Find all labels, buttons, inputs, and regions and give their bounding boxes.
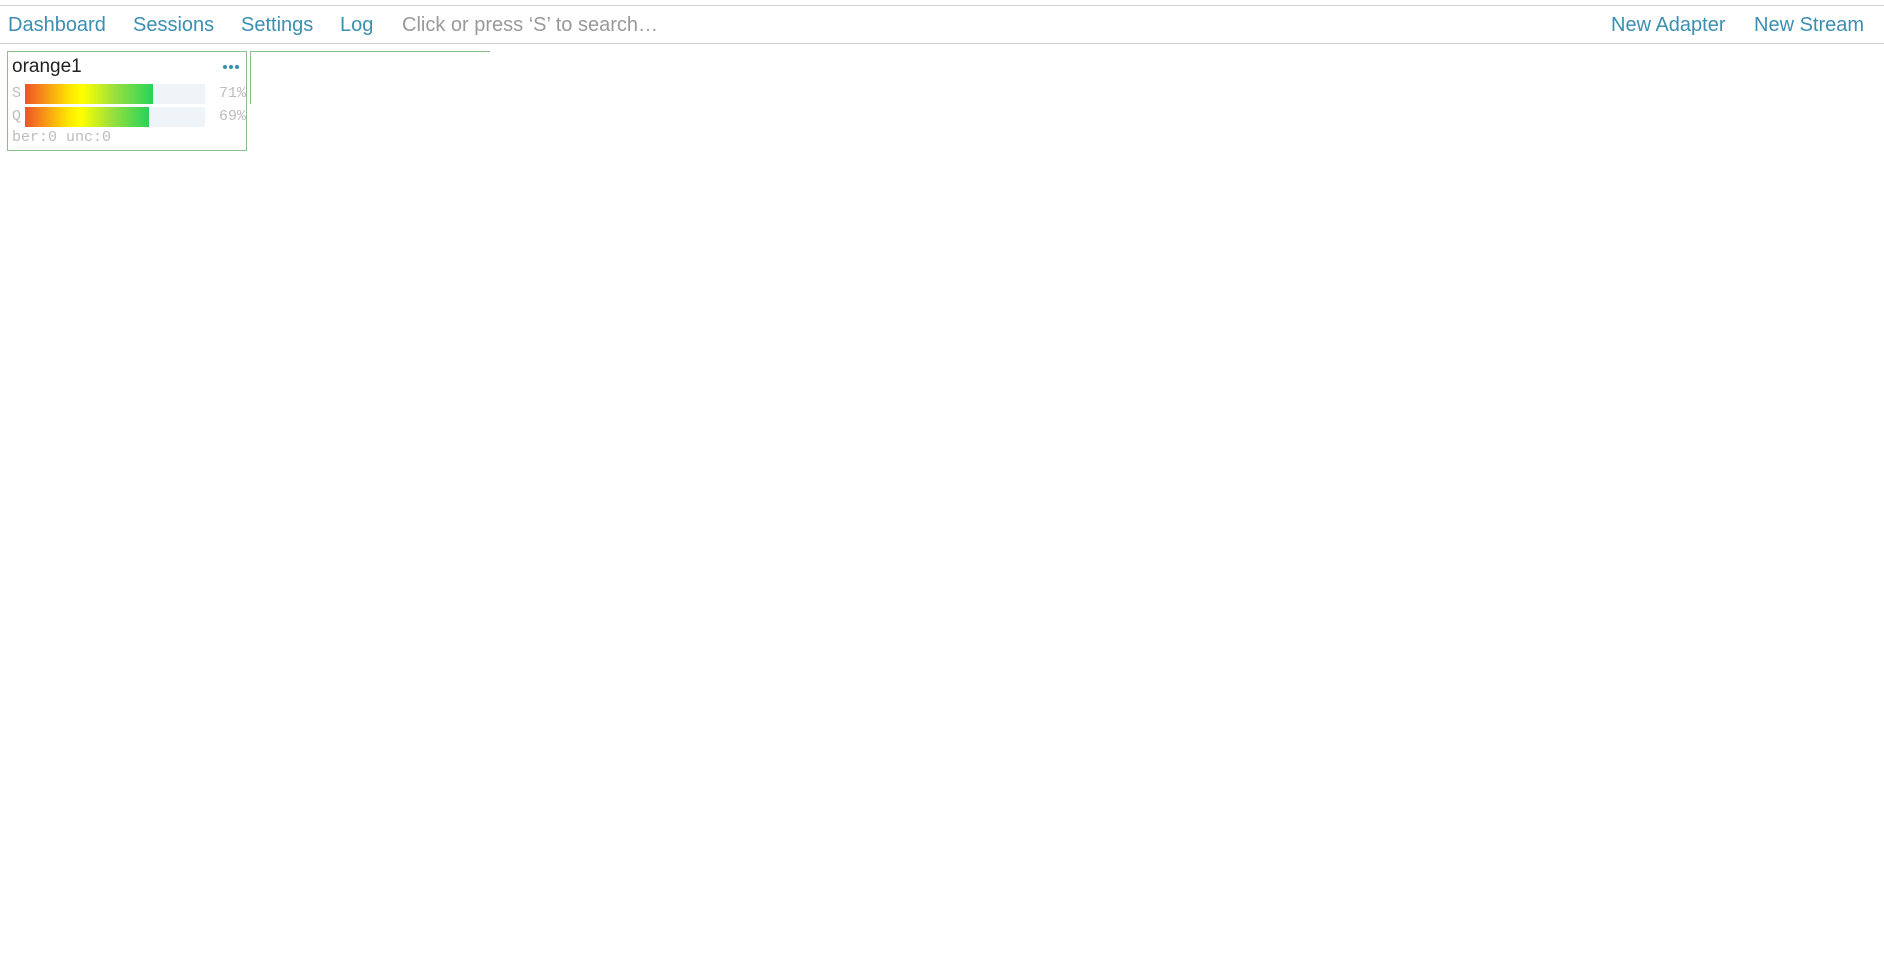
top-navbar: Dashboard Sessions Settings Log New Adap…: [0, 6, 1884, 44]
adapter-name: orange1: [12, 56, 82, 77]
search-input[interactable]: [396, 11, 916, 39]
signal-meter: S 71%: [8, 84, 248, 104]
more-horizontal-icon[interactable]: [221, 58, 241, 72]
more-horizontal-icon-graphic: [223, 65, 239, 69]
signal-meter-label: S: [12, 85, 22, 102]
signal-meter-fill: [25, 84, 153, 104]
new-adapter-button[interactable]: New Adapter: [1611, 13, 1726, 37]
quality-meter: Q 69%: [8, 107, 248, 127]
signal-meter-track: [25, 84, 205, 104]
quality-meter-track: [25, 107, 205, 127]
nav-dashboard[interactable]: Dashboard: [8, 13, 106, 37]
nav-sessions[interactable]: Sessions: [133, 13, 214, 37]
nav-log[interactable]: Log: [340, 13, 373, 37]
new-stream-button[interactable]: New Stream: [1754, 13, 1864, 37]
nav-settings[interactable]: Settings: [241, 13, 313, 37]
adapter-stats: ber:0 unc:0: [12, 129, 112, 146]
quality-meter-label: Q: [12, 108, 22, 125]
quality-meter-fill: [25, 107, 149, 127]
quality-meter-percent: 69%: [218, 108, 246, 125]
empty-adapter-slot: [250, 51, 490, 104]
adapter-card[interactable]: orange1 S 71% Q 69% ber:0 unc:0: [7, 51, 247, 151]
signal-meter-percent: 71%: [218, 85, 246, 102]
